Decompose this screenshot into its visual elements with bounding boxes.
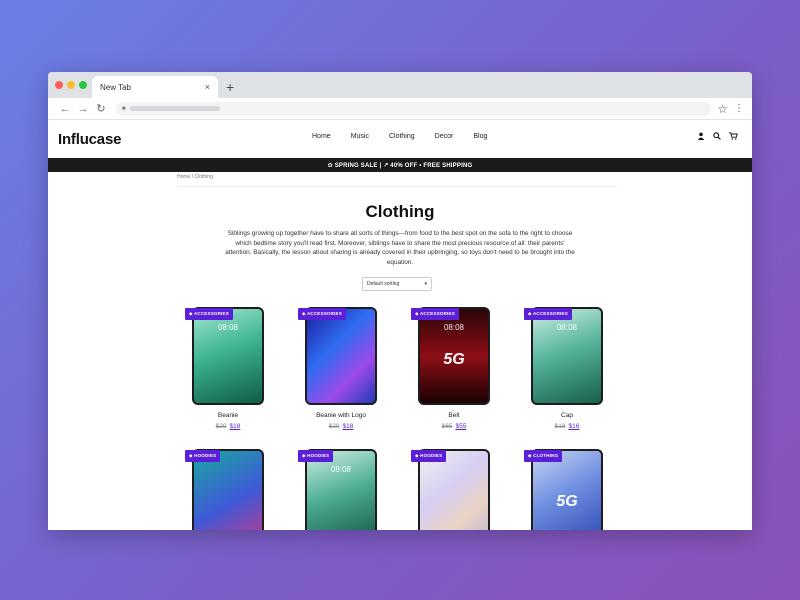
- phone-screen-label: 5G: [443, 351, 465, 368]
- old-price: $20: [215, 423, 227, 430]
- badge-label: ACCESSORIES: [419, 311, 455, 316]
- badge-label: ACCESSORIES: [193, 311, 229, 316]
- old-price: $20: [328, 423, 340, 430]
- badge-label: CLOTHING: [533, 453, 559, 458]
- product-card[interactable]: ◆ HOODIES: [409, 448, 499, 530]
- category-badge: ◆ ACCESSORIES: [185, 308, 233, 320]
- sort-select[interactable]: Default sorting ▾: [362, 277, 432, 291]
- breadcrumb: Home / Clothing: [177, 174, 213, 180]
- category-badge: ◆ HOODIES: [298, 450, 334, 462]
- site-header: Influcase Home Music Clothing Decor Blog: [48, 120, 752, 158]
- phone-screen-time: 08:08: [330, 465, 352, 474]
- site-logo[interactable]: Influcase: [58, 131, 121, 148]
- minimize-window-button[interactable]: [67, 81, 75, 89]
- product-image[interactable]: ◆ ACCESSORIES: [296, 306, 386, 406]
- phone-screen-label: 5G: [556, 493, 578, 510]
- product-name[interactable]: Beanie: [183, 412, 273, 419]
- product-card[interactable]: 5G ◆ CLOTHING: [522, 448, 612, 530]
- sort-select-value: Default sorting: [367, 281, 400, 287]
- sale-price: $18: [342, 423, 354, 430]
- product-image[interactable]: ◆ HOODIES: [409, 448, 499, 530]
- new-tab-button[interactable]: +: [226, 80, 234, 94]
- product-card[interactable]: 08:08 5G ◆ ACCESSORIES Belt $65 $55: [409, 306, 499, 430]
- phone-image: [305, 307, 377, 405]
- promo-banner: ✿ SPRING SALE | ↗ 40% OFF • FREE SHIPPIN…: [48, 158, 752, 172]
- tab-bar: New Tab × +: [48, 72, 752, 98]
- product-image[interactable]: 08:08 5G ◆ ACCESSORIES: [409, 306, 499, 406]
- bookmark-star-icon[interactable]: ☆: [717, 102, 728, 116]
- product-image[interactable]: 08:08 ◆ ACCESSORIES: [183, 306, 273, 406]
- maximize-window-button[interactable]: [79, 81, 87, 89]
- nav-blog[interactable]: Blog: [473, 133, 487, 140]
- header-icons: [697, 132, 738, 142]
- old-price: $65: [441, 423, 453, 430]
- browser-window: New Tab × + ← → ↻ ■ ☆ ⋮ Influcase Home M…: [48, 72, 752, 530]
- nav-decor[interactable]: Decor: [435, 133, 454, 140]
- user-icon[interactable]: [697, 132, 705, 142]
- phone-screen-time: 08:08: [443, 323, 465, 332]
- phone-screen-time: 08:08: [217, 323, 239, 332]
- lock-icon: ■: [122, 105, 126, 112]
- page-title: Clothing: [365, 202, 435, 221]
- product-card[interactable]: 08:08 ◆ HOODIES: [296, 448, 386, 530]
- category-badge: ◆ HOODIES: [411, 450, 447, 462]
- breadcrumb-divider: [177, 186, 617, 187]
- sale-price: $18: [229, 423, 241, 430]
- phone-image: 08:08: [531, 307, 603, 405]
- url-input[interactable]: ■: [116, 101, 712, 116]
- nav-music[interactable]: Music: [351, 133, 369, 140]
- sale-price: $16: [568, 423, 580, 430]
- reload-icon[interactable]: ↻: [92, 102, 110, 115]
- forward-arrow-icon[interactable]: →: [74, 103, 92, 115]
- product-image[interactable]: 08:08 ◆ HOODIES: [296, 448, 386, 530]
- product-price: $20 $18: [183, 423, 273, 430]
- window-controls: [55, 81, 87, 89]
- url-placeholder-bar: [129, 106, 220, 111]
- cart-icon[interactable]: [729, 132, 738, 142]
- tab-title: New Tab: [100, 82, 131, 92]
- tab-close-icon[interactable]: ×: [205, 82, 210, 92]
- badge-label: HOODIES: [194, 453, 217, 458]
- product-price: $18 $16: [522, 423, 612, 430]
- product-card[interactable]: 08:08 ◆ ACCESSORIES Cap $18 $16: [522, 306, 612, 430]
- category-badge: ◆ CLOTHING: [524, 450, 563, 462]
- badge-label: HOODIES: [420, 453, 443, 458]
- category-badge: ◆ HOODIES: [185, 450, 221, 462]
- close-window-button[interactable]: [55, 81, 63, 89]
- phone-screen-time: 08:08: [556, 323, 578, 332]
- product-card[interactable]: ◆ ACCESSORIES Beanie with Logo $20 $18: [296, 306, 386, 430]
- category-badge: ◆ ACCESSORIES: [411, 308, 459, 320]
- search-icon[interactable]: [713, 132, 721, 142]
- product-image[interactable]: 5G ◆ CLOTHING: [522, 448, 612, 530]
- back-arrow-icon[interactable]: ←: [56, 103, 74, 115]
- product-card[interactable]: ◆ HOODIES: [183, 448, 273, 530]
- nav-clothing[interactable]: Clothing: [389, 133, 415, 140]
- badge-label: HOODIES: [307, 453, 330, 458]
- product-name[interactable]: Cap: [522, 412, 612, 419]
- product-card[interactable]: 08:08 ◆ ACCESSORIES Beanie $20 $18: [183, 306, 273, 430]
- browser-tab[interactable]: New Tab ×: [92, 76, 218, 98]
- address-bar: ← → ↻ ■ ☆ ⋮: [48, 98, 752, 120]
- nav-home[interactable]: Home: [312, 133, 331, 140]
- product-image[interactable]: ◆ HOODIES: [183, 448, 273, 530]
- phone-image: 08:08 5G: [418, 307, 490, 405]
- product-name[interactable]: Belt: [409, 412, 499, 419]
- badge-label: ACCESSORIES: [306, 311, 342, 316]
- badge-label: ACCESSORIES: [532, 311, 568, 316]
- sale-price: $55: [455, 423, 467, 430]
- product-price: $65 $55: [409, 423, 499, 430]
- product-image[interactable]: 08:08 ◆ ACCESSORIES: [522, 306, 612, 406]
- product-name[interactable]: Beanie with Logo: [296, 412, 386, 419]
- category-badge: ◆ ACCESSORIES: [524, 308, 572, 320]
- product-price: $20 $18: [296, 423, 386, 430]
- phone-image: 08:08: [192, 307, 264, 405]
- old-price: $18: [554, 423, 566, 430]
- category-description: Siblings growing up together have to sha…: [225, 230, 575, 266]
- browser-menu-icon[interactable]: ⋮: [734, 103, 744, 114]
- main-nav: Home Music Clothing Decor Blog: [312, 133, 507, 140]
- chevron-down-icon: ▾: [424, 281, 427, 287]
- category-badge: ◆ ACCESSORIES: [298, 308, 346, 320]
